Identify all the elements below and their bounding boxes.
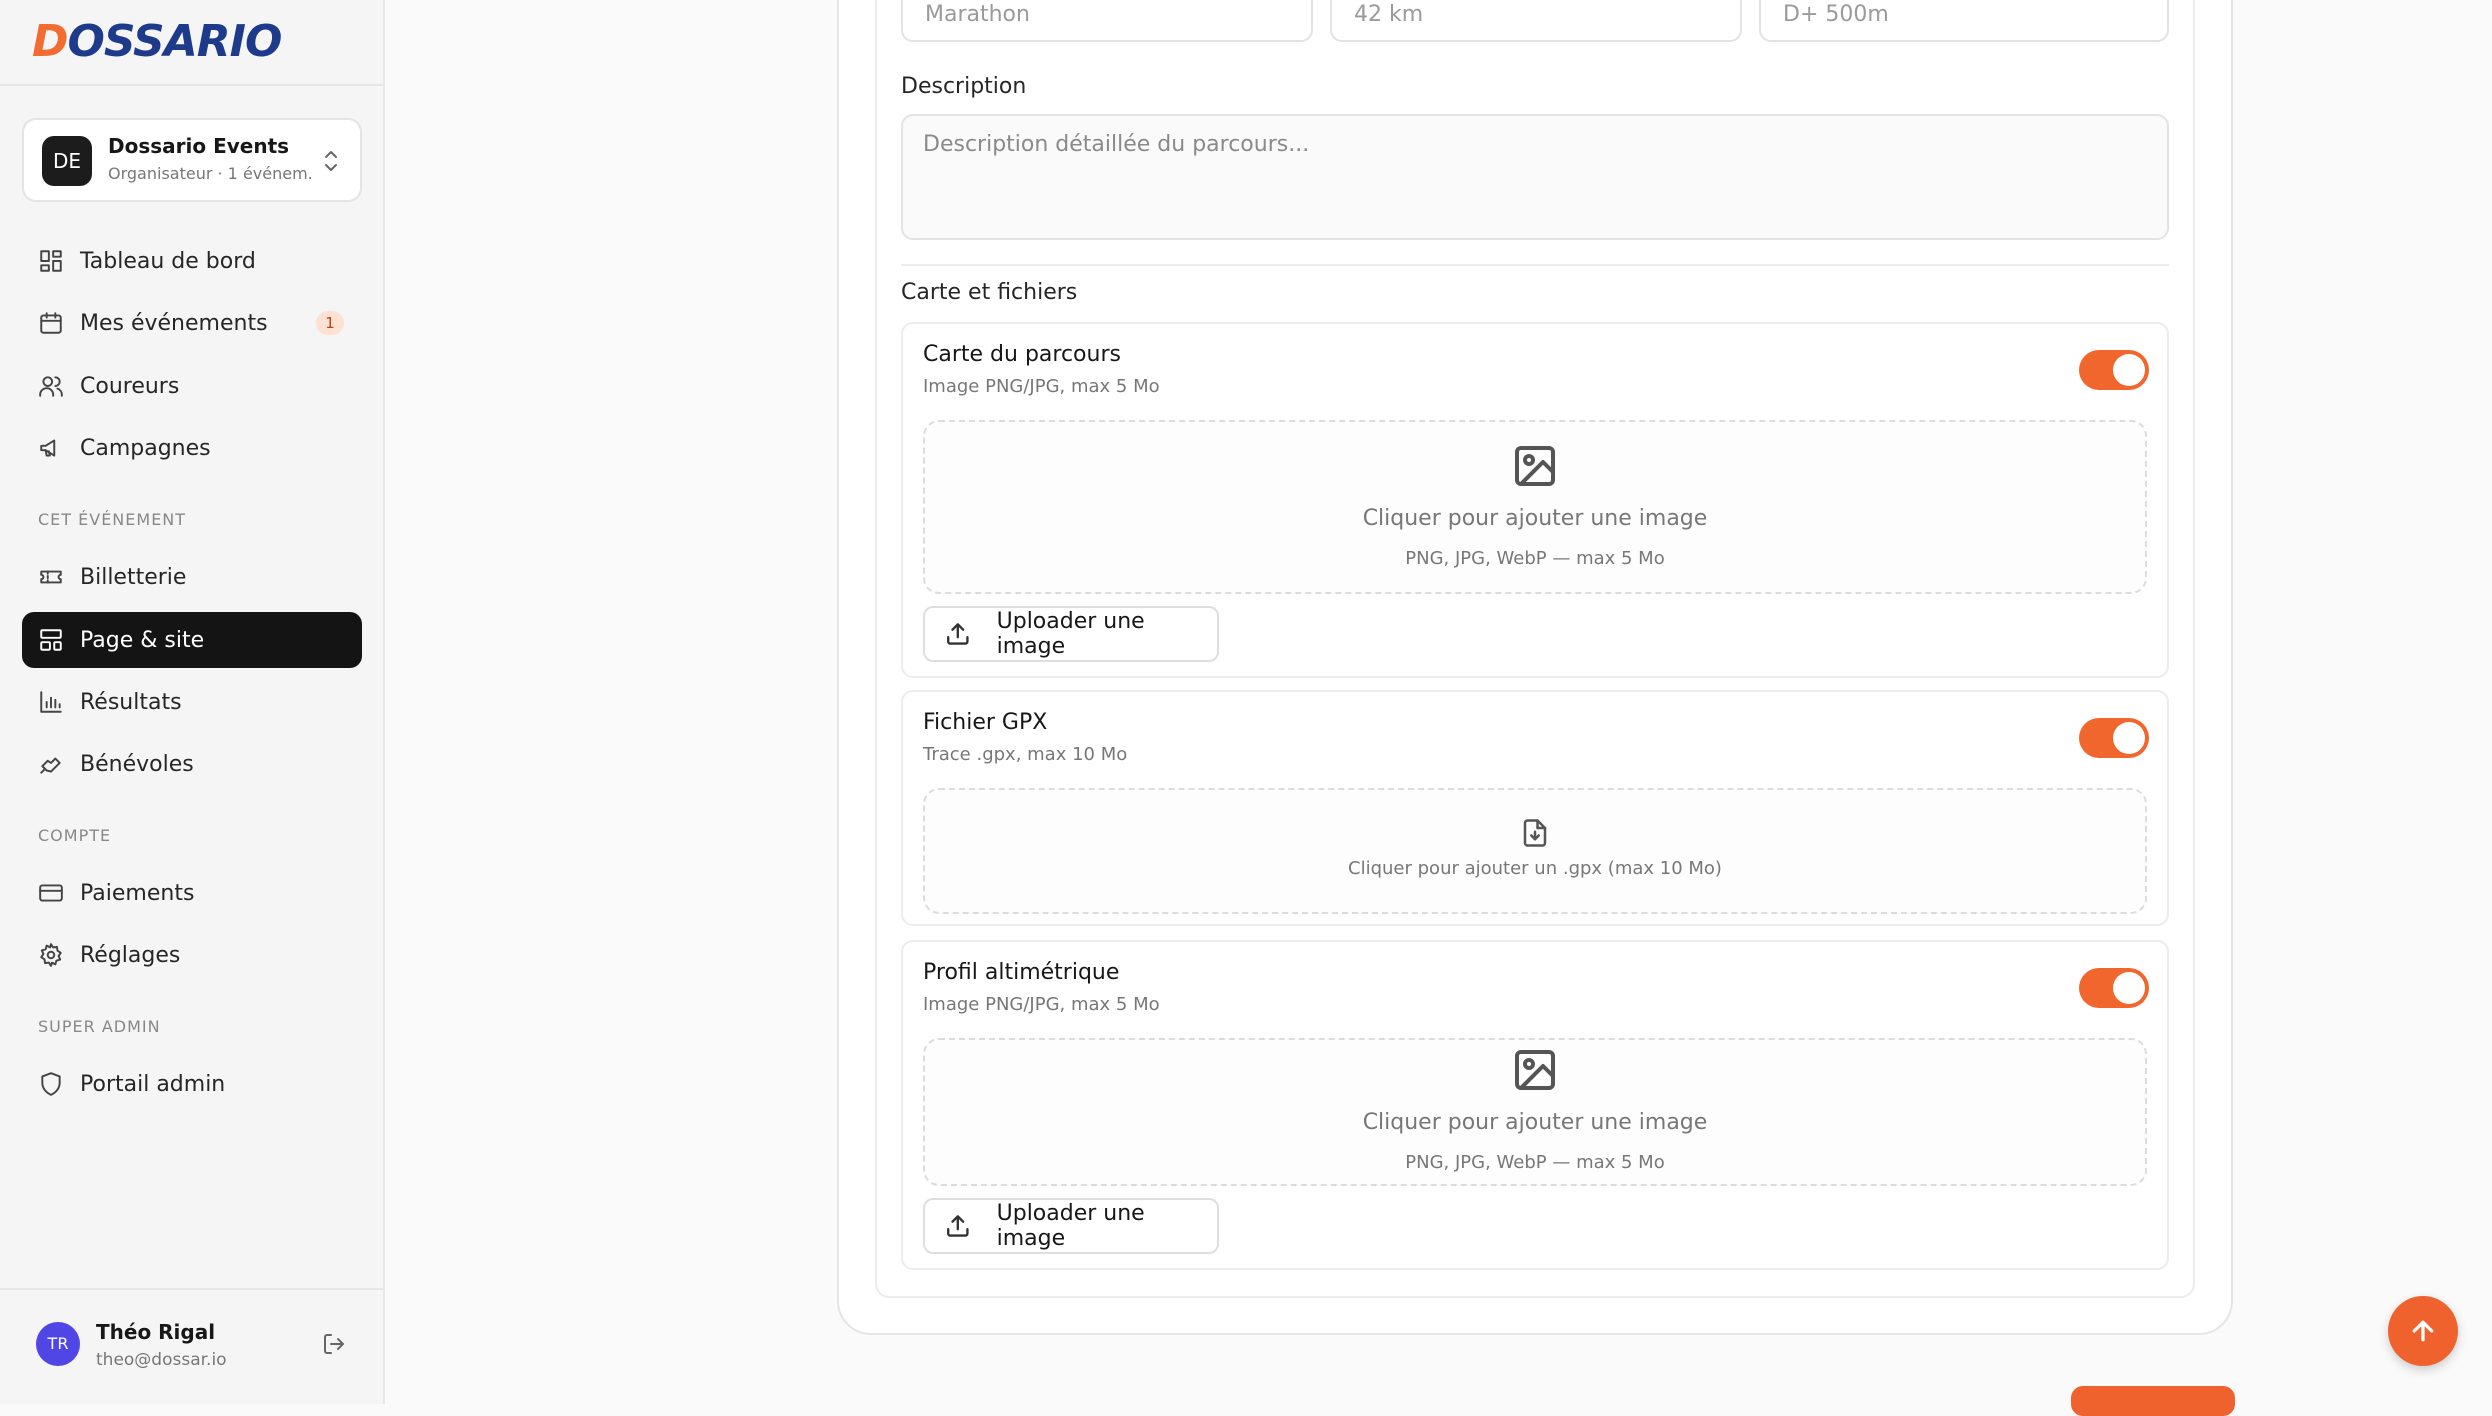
dossario-logo[interactable]: DOSSARIO bbox=[32, 18, 282, 66]
org-name: Dossario Events bbox=[108, 134, 290, 158]
course-name-input[interactable]: Marathon bbox=[901, 0, 1313, 42]
user-name: Théo Rigal bbox=[96, 1320, 216, 1344]
image-icon bbox=[1515, 446, 1555, 486]
distance-input[interactable]: 42 km bbox=[1330, 0, 1742, 42]
sidebar-item-volunteers[interactable]: Bénévoles bbox=[22, 736, 362, 792]
toggle-knob bbox=[2113, 354, 2145, 386]
settings-icon bbox=[40, 943, 62, 967]
elevation-input[interactable]: D+ 500m bbox=[1759, 0, 2169, 42]
dropzone-text: Cliquer pour ajouter un .gpx (max 10 Mo) bbox=[1348, 858, 1722, 879]
sidebar-item-label: Réglages bbox=[80, 942, 181, 968]
handshake-icon bbox=[40, 757, 61, 774]
course-map-toggle[interactable] bbox=[2079, 350, 2149, 390]
sidebar-item-admin-portal[interactable]: Portail admin bbox=[22, 1056, 362, 1112]
sidebar-item-label: Campagnes bbox=[80, 435, 211, 461]
logout-icon[interactable] bbox=[322, 1332, 346, 1356]
upload-image-button[interactable]: Uploader une image bbox=[923, 606, 1219, 662]
upload-image-button[interactable]: Uploader une image bbox=[923, 1198, 1219, 1254]
section-label-event: CET ÉVÉNEMENT bbox=[38, 510, 187, 529]
scroll-to-top-button[interactable] bbox=[2388, 1296, 2458, 1366]
sidebar-item-label: Résultats bbox=[80, 689, 182, 715]
org-subtitle: Organisateur · 1 événem... bbox=[108, 164, 313, 183]
gpx-dropzone[interactable]: Cliquer pour ajouter un .gpx (max 10 Mo) bbox=[923, 788, 2147, 914]
upload-icon bbox=[947, 623, 969, 645]
sidebar-item-ticketing[interactable]: Billetterie bbox=[22, 549, 362, 605]
avatar: TR bbox=[36, 1322, 80, 1366]
shield-icon bbox=[41, 1072, 61, 1096]
divider bbox=[901, 264, 2169, 266]
files-section-label: Carte et fichiers bbox=[901, 280, 1078, 305]
organization-switcher[interactable]: DE Dossario Events Organisateur · 1 évén… bbox=[22, 118, 362, 202]
gpx-file-card: Fichier GPX Trace .gpx, max 10 Mo Clique… bbox=[901, 690, 2169, 926]
org-avatar: DE bbox=[42, 136, 92, 186]
calendar-icon bbox=[40, 312, 62, 334]
sidebar-item-label: Mes événements bbox=[80, 310, 268, 336]
sidebar-item-label: Paiements bbox=[80, 880, 195, 906]
course-map-card: Carte du parcours Image PNG/JPG, max 5 M… bbox=[901, 322, 2169, 678]
gpx-file-toggle[interactable] bbox=[2079, 718, 2149, 758]
upload-button-label: Uploader une image bbox=[996, 1201, 1145, 1251]
divider bbox=[0, 84, 383, 86]
elevation-profile-toggle[interactable] bbox=[2079, 968, 2149, 1008]
megaphone-icon bbox=[40, 439, 56, 457]
elevation-profile-dropzone[interactable]: Cliquer pour ajouter une image PNG, JPG,… bbox=[923, 1038, 2147, 1186]
sidebar-item-page-site[interactable]: Page & site bbox=[22, 612, 362, 668]
dashboard-icon bbox=[40, 250, 62, 272]
dropzone-text: Cliquer pour ajouter une image bbox=[1362, 506, 1708, 531]
toggle-knob bbox=[2113, 722, 2145, 754]
card-title: Fichier GPX bbox=[923, 710, 1048, 735]
section-label-account: COMPTE bbox=[38, 826, 112, 845]
ticket-icon bbox=[40, 570, 62, 584]
section-label-super-admin: SUPER ADMIN bbox=[38, 1017, 161, 1036]
card-hint: Image PNG/JPG, max 5 Mo bbox=[923, 994, 1160, 1015]
arrow-up-icon bbox=[2412, 1320, 2434, 1342]
sidebar-item-results[interactable]: Résultats bbox=[22, 674, 362, 730]
card-title: Profil altimétrique bbox=[923, 960, 1120, 985]
sidebar-item-campaigns[interactable]: Campagnes bbox=[22, 420, 362, 476]
users-icon bbox=[39, 376, 63, 397]
sidebar-item-label: Tableau de bord bbox=[80, 248, 256, 274]
credit-card-icon bbox=[39, 884, 63, 902]
main-content: Marathon 42 km D+ 500m Description Descr… bbox=[387, 0, 2492, 1416]
sidebar-item-dashboard[interactable]: Tableau de bord bbox=[22, 233, 362, 289]
upload-button-label: Uploader une image bbox=[996, 609, 1145, 659]
card-hint: Trace .gpx, max 10 Mo bbox=[923, 744, 1128, 765]
save-button[interactable] bbox=[2071, 1386, 2235, 1416]
card-hint: Image PNG/JPG, max 5 Mo bbox=[923, 376, 1160, 397]
sidebar-item-label: Bénévoles bbox=[80, 751, 194, 777]
sidebar-item-label: Billetterie bbox=[80, 564, 187, 590]
sidebar-item-payments[interactable]: Paiements bbox=[22, 865, 362, 921]
image-icon bbox=[1515, 1050, 1555, 1090]
sidebar-item-runners[interactable]: Coureurs bbox=[22, 358, 362, 414]
layout-icon bbox=[40, 629, 62, 651]
sidebar-item-label: Coureurs bbox=[80, 373, 180, 399]
dropzone-hint: PNG, JPG, WebP — max 5 Mo bbox=[1405, 1152, 1665, 1173]
bar-chart-icon bbox=[40, 691, 62, 713]
sidebar-item-label: Portail admin bbox=[80, 1071, 226, 1097]
course-map-dropzone[interactable]: Cliquer pour ajouter une image PNG, JPG,… bbox=[923, 420, 2147, 594]
sidebar-item-label: Page & site bbox=[80, 627, 205, 653]
description-label: Description bbox=[901, 74, 1027, 99]
elevation-profile-card: Profil altimétrique Image PNG/JPG, max 5… bbox=[901, 940, 2169, 1270]
upload-icon bbox=[947, 1215, 969, 1237]
dropzone-text: Cliquer pour ajouter une image bbox=[1362, 1110, 1708, 1135]
sidebar: DOSSARIO DE Dossario Events Organisateur… bbox=[0, 0, 385, 1404]
user-email: theo@dossar.io bbox=[96, 1350, 227, 1370]
file-download-icon bbox=[1523, 819, 1547, 847]
sidebar-item-settings[interactable]: Réglages bbox=[22, 927, 362, 983]
card-title: Carte du parcours bbox=[923, 342, 1121, 367]
description-textarea[interactable]: Description détaillée du parcours... bbox=[901, 114, 2169, 240]
divider bbox=[0, 1288, 383, 1290]
dropzone-hint: PNG, JPG, WebP — max 5 Mo bbox=[1405, 548, 1665, 569]
toggle-knob bbox=[2113, 972, 2145, 1004]
chevron-up-down-icon bbox=[325, 151, 337, 171]
events-count-badge: 1 bbox=[316, 311, 344, 335]
sidebar-item-events[interactable]: Mes événements 1 bbox=[22, 295, 362, 351]
